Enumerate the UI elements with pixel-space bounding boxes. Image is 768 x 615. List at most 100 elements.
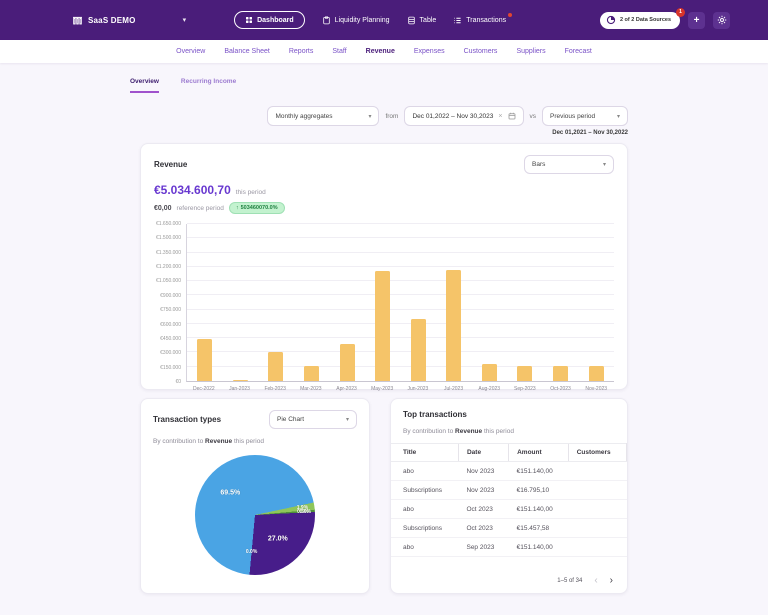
subtab-overview[interactable]: Overview xyxy=(130,78,159,93)
bar-column xyxy=(436,224,472,381)
prev-page-button[interactable]: ‹ xyxy=(594,576,597,586)
x-axis-tick: Mar-2023 xyxy=(300,386,322,392)
pie-slice-label: 0.0% xyxy=(299,509,312,516)
revenue-card-title: Revenue xyxy=(154,160,188,169)
tab-staff[interactable]: Staff xyxy=(332,48,346,55)
y-axis: €0 €150.000 €300.000 €450.000 €600.000 €750.0… xyxy=(154,221,186,385)
notification-dot xyxy=(508,12,513,17)
column-header-customers[interactable]: Customers xyxy=(567,443,628,462)
bar-column xyxy=(472,224,508,381)
bar-column xyxy=(578,224,614,381)
transaction-types-title: Transaction types xyxy=(153,415,222,424)
table-cell: abo xyxy=(391,461,459,481)
table-cell: Oct 2023 xyxy=(458,518,509,538)
calendar-icon[interactable] xyxy=(508,112,516,120)
y-axis-tick: €1.050.000 xyxy=(155,278,181,285)
bar-column xyxy=(329,224,365,381)
list-icon xyxy=(453,16,462,25)
bar-column xyxy=(365,224,401,381)
transactions-table: Title Date Amount Customers abo Nov 2023 €151… xyxy=(391,443,628,557)
next-page-button[interactable]: › xyxy=(610,576,613,586)
tab-suppliers[interactable]: Suppliers xyxy=(516,48,545,55)
table-cell: €16.795,10 xyxy=(508,480,569,500)
tab-overview[interactable]: Overview xyxy=(176,48,205,55)
tab-expenses[interactable]: Expenses xyxy=(414,48,445,55)
add-button[interactable]: + xyxy=(688,11,705,29)
tab-revenue[interactable]: Revenue xyxy=(366,48,395,55)
column-header-title[interactable]: Title xyxy=(391,443,459,462)
top-bar: SaaS DEMO ▾ Dashboard Liquidity Planning xyxy=(0,0,768,40)
settings-button[interactable] xyxy=(713,11,730,29)
table-cell: €151.140,00 xyxy=(508,499,569,519)
bar-may-2023 xyxy=(375,270,391,381)
compare-period-range: Dec 01,2021 – Nov 30,2022 xyxy=(552,130,628,136)
subtab-recurring-income[interactable]: Recurring Income xyxy=(181,78,236,93)
bar-column xyxy=(294,224,330,381)
nav-table[interactable]: Table xyxy=(407,16,436,25)
bar-column xyxy=(400,224,436,381)
y-axis-tick: €1.650.000 xyxy=(155,221,181,227)
brand[interactable]: SaaS DEMO ▾ xyxy=(72,15,186,26)
nav-transactions[interactable]: Transactions xyxy=(453,12,513,25)
x-axis-tick: Feb-2023 xyxy=(264,386,286,392)
tab-balance-sheet[interactable]: Balance Sheet xyxy=(224,48,270,55)
filter-row: Monthly aggregates ▾ from Dec 01,2022 – … xyxy=(140,106,628,126)
tab-forecast[interactable]: Forecast xyxy=(565,48,592,55)
nav-liquidity-planning[interactable]: Liquidity Planning xyxy=(322,15,390,25)
top-right-cluster: 2 of 2 Data Sources 1 + xyxy=(599,7,730,29)
table-row[interactable]: abo Nov 2023 €151.140,00 xyxy=(391,461,627,481)
data-sources-pill[interactable]: 2 of 2 Data Sources 1 xyxy=(599,7,685,29)
date-range-input[interactable]: Dec 01,2022 – Nov 30,2023 × xyxy=(404,106,524,126)
top-transactions-card: Top transactions By contribution to Reve… xyxy=(390,398,628,594)
table-cell: Subscriptions xyxy=(391,518,459,538)
x-axis-tick: Jul-2023 xyxy=(443,386,464,392)
table-row[interactable]: Subscriptions Oct 2023 €15.457,58 xyxy=(391,518,627,538)
tab-customers[interactable]: Customers xyxy=(464,48,498,55)
table-row[interactable]: abo Oct 2023 €151.140,00 xyxy=(391,499,627,519)
table-icon xyxy=(407,16,416,25)
column-header-amount[interactable]: Amount xyxy=(508,443,569,462)
main-nav-tabs: Overview Balance Sheet Reports Staff Revenue… xyxy=(0,40,768,63)
y-axis-tick: €1.350.000 xyxy=(155,249,181,256)
chevron-down-icon: ▾ xyxy=(602,162,606,168)
clipboard-icon xyxy=(322,15,331,25)
pagination-label: 1–5 of 34 xyxy=(557,578,583,584)
clear-icon[interactable]: × xyxy=(498,113,502,120)
chevron-down-icon: ▾ xyxy=(345,417,349,423)
table-cell: €151.140,00 xyxy=(508,461,569,481)
sync-progress-icon xyxy=(606,15,616,25)
x-axis-tick: Nov-2023 xyxy=(585,386,608,392)
reference-amount-label: reference period xyxy=(176,204,224,212)
bar-jan-2023 xyxy=(232,380,248,381)
bar-feb-2023 xyxy=(268,351,284,381)
bar-aug-2023 xyxy=(481,364,497,381)
table-cell xyxy=(568,518,627,538)
table-row[interactable]: Subscriptions Nov 2023 €16.795,10 xyxy=(391,480,627,500)
x-axis-tick: May-2023 xyxy=(371,386,394,392)
delta-badge: ↑ 503460070.0% xyxy=(228,202,285,214)
bar-column xyxy=(543,224,579,381)
y-axis-tick: €1.200.000 xyxy=(155,264,181,271)
y-axis-tick: €300.000 xyxy=(160,350,181,357)
table-cell: €15.457,58 xyxy=(508,518,569,538)
revenue-card: Revenue Bars ▾ €5.034.600,70 this period… xyxy=(140,143,628,392)
plot-area xyxy=(186,223,614,382)
x-axis-tick: Aug-2023 xyxy=(478,386,501,392)
period-amount-label: this period xyxy=(235,189,266,196)
chart-view-select[interactable]: Bars ▾ xyxy=(524,155,614,174)
compare-select[interactable]: Previous period ▾ xyxy=(542,106,628,126)
nav-dashboard[interactable]: Dashboard xyxy=(234,11,305,29)
table-row[interactable]: abo Sep 2023 €151.140,00 xyxy=(391,537,627,557)
column-header-date[interactable]: Date xyxy=(457,443,509,462)
pie-view-select[interactable]: Pie Chart ▾ xyxy=(269,410,357,429)
top-transactions-title: Top transactions xyxy=(403,410,467,419)
aggregate-select[interactable]: Monthly aggregates ▾ xyxy=(267,106,380,126)
chevron-down-icon[interactable]: ▾ xyxy=(183,16,187,24)
bar-jul-2023 xyxy=(446,269,462,381)
x-axis-tick: Jan-2023 xyxy=(229,386,250,392)
table-cell: €151.140,00 xyxy=(508,537,569,557)
x-axis: Dec-2022 Jan-2023 Feb-2023 Mar-2023 Apr-2023… xyxy=(186,386,614,392)
pie xyxy=(195,455,315,575)
table-cell xyxy=(568,461,627,481)
tab-reports[interactable]: Reports xyxy=(289,48,314,55)
